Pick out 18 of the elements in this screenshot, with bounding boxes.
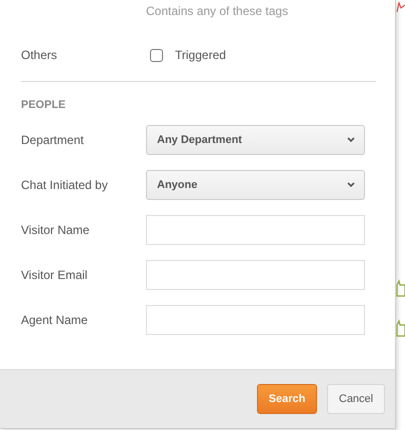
checkbox[interactable] [150, 48, 163, 62]
section-heading: PEOPLE [21, 99, 67, 111]
field-label: Visitor Email [21, 268, 88, 282]
field-label: Visitor Name [21, 223, 90, 237]
checkbox-label: Triggered [175, 48, 226, 62]
field-label: Chat Initiated by [21, 178, 109, 192]
tags-hint: Contains any of these tags [146, 4, 290, 20]
input-field[interactable] [146, 215, 365, 245]
field-label: Others [21, 48, 58, 62]
cancel-button[interactable]: Cancel [327, 384, 385, 414]
input-field[interactable] [146, 305, 365, 335]
dropdown[interactable]: Anyone [146, 170, 365, 200]
input-field[interactable] [146, 260, 365, 290]
dropdown[interactable]: Any Department [146, 125, 365, 155]
chevron-down-icon [347, 182, 355, 188]
field-label: Department [21, 133, 85, 147]
chevron-down-icon [347, 137, 355, 143]
field-label: Agent Name [21, 313, 89, 327]
